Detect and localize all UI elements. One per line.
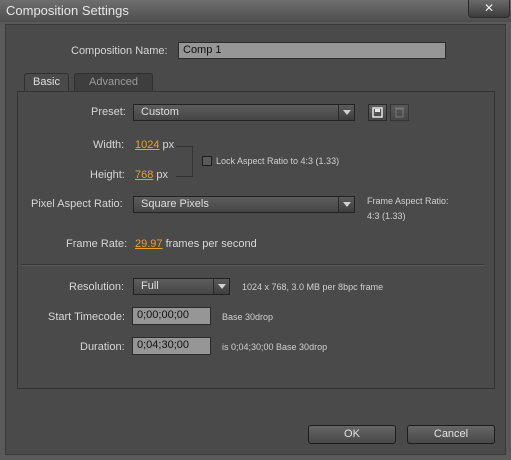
frame-rate-field[interactable]: 29.97 frames per second (135, 238, 257, 250)
save-preset-button[interactable] (368, 104, 387, 121)
tab-basic[interactable]: Basic (24, 73, 69, 92)
frame-rate-value[interactable]: 29.97 (135, 238, 163, 250)
start-timecode-input[interactable]: 0;00;00;00 (132, 307, 211, 325)
duration-input[interactable]: 0;04;30;00 (132, 337, 211, 355)
resolution-info: 1024 x 768, 3.0 MB per 8bpc frame (242, 282, 384, 292)
link-bracket (176, 146, 193, 177)
chevron-down-icon (213, 279, 229, 294)
delete-preset-button[interactable] (390, 104, 409, 121)
duration-note: is 0;04;30;00 Base 30drop (222, 342, 328, 352)
duration-label: Duration: (80, 341, 125, 353)
frame-aspect-value: 4:3 (1.33) (367, 211, 406, 221)
resolution-dropdown[interactable]: Full (133, 278, 230, 295)
save-preset-icon (372, 107, 383, 118)
pixel-aspect-dropdown[interactable]: Square Pixels (133, 196, 355, 213)
tab-advanced[interactable]: Advanced (74, 73, 153, 92)
resolution-value: Full (141, 280, 159, 292)
close-button[interactable]: ✕ (468, 0, 510, 18)
frame-rate-label: Frame Rate: (66, 238, 128, 250)
pixel-aspect-label: Pixel Aspect Ratio: (31, 198, 123, 210)
preset-label: Preset: (91, 106, 126, 118)
width-unit: px (162, 139, 175, 151)
height-unit: px (156, 169, 169, 181)
title-bar: Composition Settings ✕ (0, 0, 511, 22)
width-field[interactable]: 1024 px (135, 139, 174, 151)
height-field[interactable]: 768 px (135, 169, 168, 181)
start-timecode-label: Start Timecode: (48, 311, 126, 323)
cancel-button[interactable]: Cancel (407, 425, 495, 444)
frame-aspect-label: Frame Aspect Ratio: (367, 196, 449, 206)
trash-icon (395, 107, 404, 118)
ok-button[interactable]: OK (308, 425, 396, 444)
width-value[interactable]: 1024 (135, 139, 159, 151)
preset-value: Custom (141, 106, 179, 118)
comp-name-input[interactable]: Comp 1 (178, 42, 446, 59)
close-icon: ✕ (483, 1, 495, 15)
start-timecode-note: Base 30drop (222, 312, 274, 322)
window-title: Composition Settings (6, 3, 129, 18)
height-label: Height: (90, 169, 125, 181)
chevron-down-icon (338, 197, 354, 212)
width-label: Width: (93, 139, 125, 151)
height-value[interactable]: 768 (135, 169, 153, 181)
resolution-label: Resolution: (69, 281, 125, 293)
lock-aspect-checkbox[interactable] (202, 156, 212, 166)
lock-aspect-label: Lock Aspect Ratio to 4:3 (1.33) (216, 156, 340, 166)
pixel-aspect-value: Square Pixels (141, 198, 209, 210)
section-divider (21, 264, 484, 266)
comp-name-label: Composition Name: (71, 45, 168, 57)
preset-dropdown[interactable]: Custom (133, 104, 355, 121)
frame-rate-suffix: frames per second (165, 238, 257, 250)
chevron-down-icon (338, 105, 354, 120)
